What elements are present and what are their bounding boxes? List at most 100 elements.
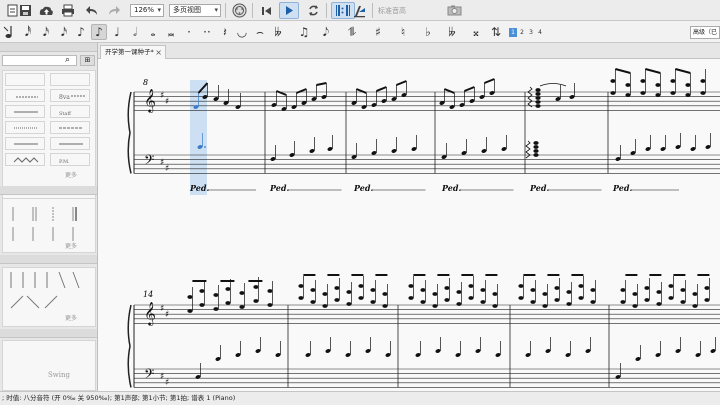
- notehead: [456, 302, 462, 306]
- notehead: [554, 298, 560, 302]
- midi-input-icon[interactable]: [229, 2, 249, 19]
- slur-icon[interactable]: ⌢: [252, 24, 268, 40]
- notehead: [704, 286, 710, 290]
- palette-section-header[interactable]: [0, 186, 97, 195]
- note-input-mode-icon[interactable]: [1, 24, 17, 40]
- workspace-select[interactable]: 高级（已: [690, 26, 720, 39]
- flat-icon[interactable]: ♭: [420, 24, 436, 40]
- voice-flip-icon[interactable]: ⇅: [488, 24, 504, 40]
- notehead: [444, 298, 450, 302]
- beam: [376, 86, 387, 92]
- palette-item[interactable]: [50, 137, 90, 150]
- palette-item[interactable]: [5, 121, 45, 134]
- beam: [675, 68, 691, 74]
- notehead: [704, 298, 710, 302]
- score-page[interactable]: 𝄞 ♯♯𝄢 ♯♯𝄞 ♯♯𝄢 ♯♯Ped. Ped. Ped. Ped. Ped. Ped. 8 1…: [98, 59, 720, 391]
- double-sharp-icon[interactable]: 𝄪: [468, 24, 484, 40]
- voice-2-button[interactable]: 2: [518, 28, 526, 37]
- key-signature-sharp: ♯: [165, 310, 169, 320]
- score-tab-title: 开学第一课种子*: [105, 48, 154, 56]
- play-button[interactable]: [279, 2, 299, 19]
- palette-more-link[interactable]: 更多: [65, 170, 77, 179]
- grace-note-icon[interactable]: 𝅘𝅥𝅮: [318, 24, 334, 40]
- palette-section-header[interactable]: [0, 329, 97, 338]
- notehead: [700, 91, 706, 95]
- redo-icon[interactable]: [104, 2, 124, 19]
- notehead: [298, 284, 304, 288]
- note-input-method[interactable]: 标准音高: [378, 6, 406, 16]
- palette-item[interactable]: 8va: [50, 89, 90, 102]
- notehead: [640, 79, 646, 83]
- eighth-note-icon[interactable]: ♪: [91, 24, 107, 40]
- half-note-icon[interactable]: 𝅗𝅥: [127, 24, 143, 40]
- palette-more-button[interactable]: ⊞: [80, 55, 95, 66]
- palette-item[interactable]: [50, 121, 90, 134]
- save-icon[interactable]: [15, 2, 35, 19]
- notehead: [334, 298, 340, 302]
- whole-note-icon[interactable]: 𝅝: [145, 24, 161, 40]
- notehead: [480, 288, 486, 292]
- piano-brace: [127, 304, 132, 388]
- notehead: [566, 290, 572, 294]
- key-signature-sharp: ♯: [160, 158, 164, 168]
- palette-item[interactable]: [5, 73, 45, 86]
- palette-more-link[interactable]: 更多: [65, 241, 77, 250]
- palette-more-link[interactable]: 更多: [65, 313, 77, 322]
- notehead: [632, 304, 638, 308]
- print-icon[interactable]: [58, 2, 78, 19]
- zoom-select[interactable]: 126%: [130, 4, 164, 17]
- double-dot-icon[interactable]: ··: [199, 24, 215, 40]
- search-icon[interactable]: ⌕: [65, 55, 70, 65]
- status-bar: ; 时值: 八分音符 (开 0‰ 关 950‰); 第1声部; 第1小节; 第1…: [0, 391, 720, 405]
- sixty-fourth-note-icon[interactable]: 𝅘𝅥𝅰: [20, 24, 36, 40]
- score-canvas[interactable]: 𝄞 ♯ ♯ 𝄢 ♯ ♯ 𝄞 ♯ ♯ 𝄢 ♯ ♯ Ped. Ped. Ped. Ped. Ped. Ped. 8 1…: [98, 59, 720, 391]
- natural-icon[interactable]: ♮: [395, 24, 411, 40]
- quarter-note-icon[interactable]: ♩: [109, 24, 125, 40]
- double-flat-icon[interactable]: 𝄫: [270, 24, 286, 40]
- voice-4-button[interactable]: 4: [536, 28, 544, 37]
- palette-item[interactable]: [50, 73, 90, 86]
- breve-icon[interactable]: 𝅜: [163, 24, 179, 40]
- view-mode-select[interactable]: 多页视图: [169, 4, 221, 17]
- undo-icon[interactable]: [82, 2, 102, 19]
- swing-tempo-item[interactable]: Swing: [48, 371, 70, 379]
- score-tab[interactable]: 开学第一课种子* ×: [100, 45, 166, 59]
- tie-icon[interactable]: ◡: [234, 24, 250, 40]
- palette-item[interactable]: [5, 153, 45, 166]
- notehead: [267, 303, 273, 307]
- palette-item[interactable]: Staff: [50, 105, 90, 118]
- notehead: [668, 284, 674, 288]
- notehead: [518, 284, 524, 288]
- close-tab-icon[interactable]: ×: [155, 46, 162, 59]
- palette-section-header[interactable]: [0, 255, 97, 264]
- palette-item[interactable]: P.M.: [50, 153, 90, 166]
- loop-icon[interactable]: [303, 2, 323, 19]
- palette-item[interactable]: [5, 137, 45, 150]
- rewind-icon[interactable]: [256, 2, 276, 19]
- notehead: [668, 296, 674, 300]
- chord-notehead: [533, 145, 539, 149]
- double-flat-accidental-icon[interactable]: 𝄫: [444, 24, 460, 40]
- palette-item[interactable]: [5, 89, 45, 102]
- pan-score-icon[interactable]: [349, 2, 369, 19]
- sixteenth-note-icon[interactable]: 𝅘𝅥𝅯: [56, 24, 72, 40]
- notehead: [692, 292, 698, 296]
- flip-direction-icon[interactable]: ⥮: [344, 24, 360, 40]
- rest-icon[interactable]: 𝄽: [217, 24, 233, 40]
- voice-1-button[interactable]: 1: [509, 28, 517, 37]
- eighth-note-small-icon[interactable]: ♪: [73, 24, 89, 40]
- augmentation-dot-icon[interactable]: ·: [181, 24, 197, 40]
- thirty-second-note-icon[interactable]: 𝅘𝅥𝅯: [38, 24, 54, 40]
- sharp-icon[interactable]: ♯: [370, 24, 386, 40]
- voice-3-button[interactable]: 3: [527, 28, 535, 37]
- image-capture-icon[interactable]: [444, 2, 464, 19]
- chord-notehead: [535, 88, 541, 92]
- notehead: [578, 296, 584, 300]
- piano-brace: [127, 91, 132, 174]
- notehead: [358, 296, 364, 300]
- cloud-upload-icon[interactable]: [36, 2, 56, 19]
- palette-item[interactable]: [5, 105, 45, 118]
- barlines-palette-grid: [2, 198, 96, 253]
- pedal-marking: Ped.: [612, 183, 632, 193]
- triplet-icon[interactable]: ♫: [296, 24, 312, 40]
